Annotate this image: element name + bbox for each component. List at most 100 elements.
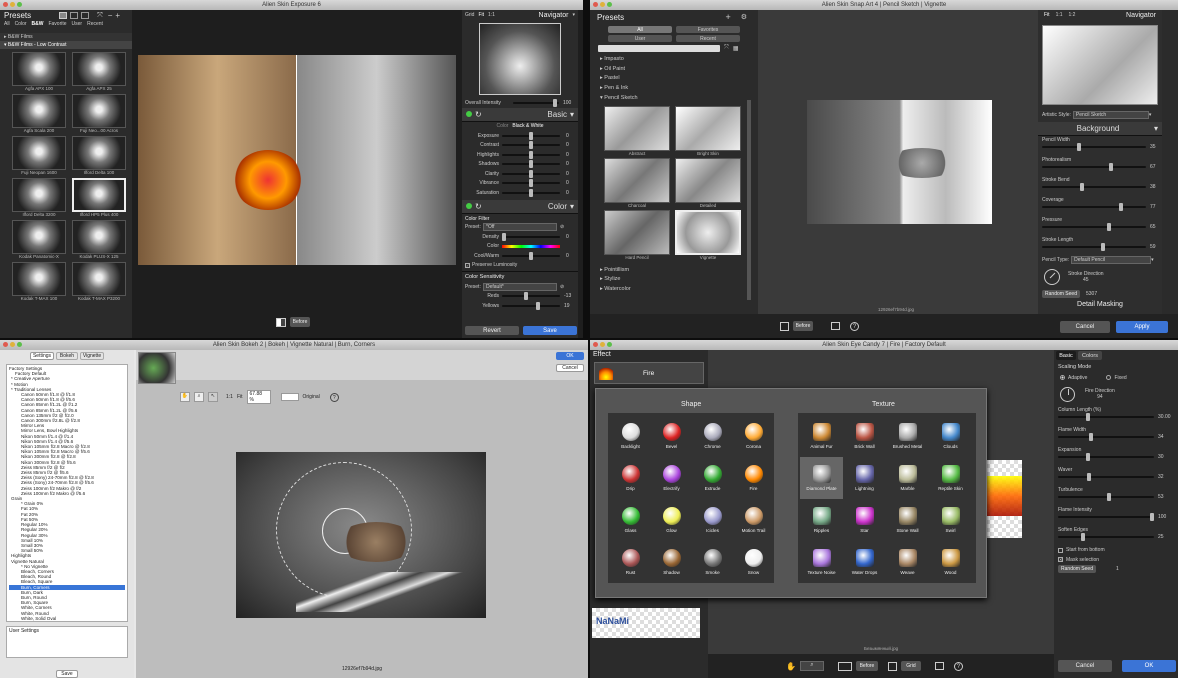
background-section-header[interactable]: Background ▾ [1038, 121, 1162, 136]
compare-icon[interactable] [934, 662, 944, 670]
slider-control[interactable] [502, 188, 560, 197]
help-icon[interactable]: ? [850, 321, 859, 331]
zoom-fit[interactable]: Fit [237, 394, 243, 400]
slider-control[interactable] [1042, 182, 1146, 191]
preset-thumb[interactable]: Fuji Neopan 1600 [12, 136, 66, 175]
slider-control[interactable] [1058, 412, 1154, 421]
effect-selector[interactable]: Fire [594, 362, 704, 384]
reset-icon[interactable]: ↻ [475, 202, 482, 211]
category-stylize[interactable]: ▸ Stylize [600, 275, 744, 285]
fire-direction-dial[interactable] [1060, 386, 1075, 402]
zoom-level-select[interactable]: 67.88 % [246, 390, 271, 404]
grid-view-icon[interactable] [59, 12, 68, 19]
adaptive-radio[interactable] [1060, 375, 1065, 381]
preset-thumb[interactable]: Fuji Neo...00 Acros [72, 94, 126, 133]
effect-tile[interactable]: Weave [886, 541, 929, 583]
effect-tile[interactable]: Swirl [929, 499, 972, 541]
ok-button[interactable]: OK [1122, 660, 1176, 672]
image-canvas[interactable] [236, 452, 486, 618]
filter-chip-favorites[interactable]: Favorites [676, 26, 740, 33]
slider-control[interactable] [502, 131, 560, 140]
filter-tab-recent[interactable]: Recent [87, 21, 103, 29]
artistic-style-select[interactable]: Pencil Sketch [1072, 110, 1149, 119]
slider-control[interactable] [1042, 142, 1146, 151]
tab-settings[interactable]: Settings [30, 352, 54, 360]
slider-control[interactable] [1058, 532, 1154, 541]
basic-section-header[interactable]: ↻ Basic ▾ [462, 107, 578, 122]
slider-control[interactable] [1058, 472, 1154, 481]
effect-tile[interactable]: Stone Wall [886, 499, 929, 541]
color-filter-preset-select[interactable]: *Off [483, 223, 557, 232]
random-seed-button[interactable]: Random Seed [1058, 565, 1096, 574]
tab-vignette[interactable]: Vignette [80, 352, 104, 360]
gear-icon[interactable]: ⚙ [741, 13, 747, 21]
split-view-select[interactable] [280, 393, 299, 401]
reset-icon[interactable]: ↻ [475, 110, 482, 119]
effect-tile[interactable]: Glass [610, 499, 651, 541]
chevron-down-icon[interactable]: ▾ [570, 110, 574, 119]
view-grid[interactable]: Grid [465, 12, 474, 18]
effect-tile[interactable]: Star [843, 499, 886, 541]
yellows-slider[interactable] [502, 301, 560, 310]
preset-thumb[interactable]: Kodak PLUS-X 125 [72, 220, 126, 259]
before-button[interactable]: Before [290, 317, 310, 327]
effect-tile[interactable]: Chrome [692, 415, 733, 457]
tab-colors[interactable]: Colors [1078, 351, 1102, 360]
detail-view-icon[interactable] [81, 12, 90, 19]
search-input[interactable] [598, 45, 720, 52]
image-canvas[interactable] [138, 55, 456, 265]
effect-tile[interactable]: Marble [886, 457, 929, 499]
slider-control[interactable] [1042, 202, 1146, 211]
effect-tile[interactable]: Brick Wall [843, 415, 886, 457]
filter-tab-bw[interactable]: B&W [32, 21, 44, 29]
revert-button[interactable]: Revert [465, 326, 519, 335]
category-pen-ink[interactable]: ▸ Pen & Ink [600, 84, 744, 94]
help-icon[interactable]: ? [953, 661, 963, 671]
slider-control[interactable] [1042, 242, 1146, 251]
overall-intensity-slider[interactable] [513, 98, 559, 107]
hue-gradient-slider[interactable] [502, 244, 560, 248]
split-view-icon[interactable] [276, 317, 286, 327]
preserve-luminosity-checkbox[interactable]: ✓ [465, 262, 470, 268]
apply-button[interactable]: Apply [1116, 321, 1168, 333]
preset-thumb[interactable]: Kodak Panatomic-X [12, 220, 66, 259]
chevron-down-icon[interactable]: ▾ [1154, 124, 1158, 133]
tree-item[interactable]: White, Solid Square [9, 621, 125, 622]
filter-chip-user[interactable]: User [608, 35, 672, 42]
save-button[interactable]: Save [523, 326, 577, 335]
ok-button[interactable]: OK [556, 352, 584, 360]
view-fit[interactable]: Fit [478, 12, 484, 18]
view-1-2[interactable]: 1:2 [1069, 12, 1076, 18]
effect-tile[interactable]: Icicles [692, 499, 733, 541]
fire-preview[interactable] [986, 460, 1022, 538]
category-pencil-sketch[interactable]: ▾ Pencil Sketch [600, 94, 744, 104]
slider-control[interactable] [1042, 222, 1146, 231]
effect-tile[interactable]: Bevel [651, 415, 692, 457]
add-preset-icon[interactable]: + [725, 12, 730, 22]
preset-thumb[interactable]: Ilford Delta 3200 [12, 178, 66, 217]
effect-tile[interactable]: Ripples [800, 499, 843, 541]
preset-thumb[interactable]: Charcoal [604, 157, 670, 208]
preset-thumb[interactable]: Agfa Scala 200 [12, 94, 66, 133]
view-1-1[interactable]: 1:1 [1056, 12, 1063, 18]
preset-thumb[interactable]: Detailed [675, 157, 741, 208]
chevron-down-icon[interactable]: ▾ [1149, 112, 1152, 118]
chevron-down-icon[interactable]: ▾ [572, 12, 575, 18]
zoom-tool-icon[interactable]: ⌕ [799, 661, 824, 671]
window-controls[interactable] [593, 342, 612, 347]
group-bw-films[interactable]: ▸ B&W Films [0, 33, 132, 41]
filter-tab-favorite[interactable]: Favorite [48, 21, 66, 29]
effect-tile[interactable]: Extrude [692, 457, 733, 499]
effect-tile[interactable]: Electrify [651, 457, 692, 499]
save-settings-button[interactable]: Save [56, 670, 78, 678]
zoom-tool-icon[interactable]: ⌕ [194, 392, 204, 402]
effect-tile[interactable]: Drip [610, 457, 651, 499]
grid-button[interactable]: Grid [900, 661, 921, 671]
category-watercolor[interactable]: ▸ Watercolor [600, 285, 744, 295]
slider-control[interactable] [1042, 162, 1146, 171]
toggle-icon[interactable] [466, 111, 472, 117]
view-fit[interactable]: Fit [1044, 12, 1050, 18]
preset-thumb-selected[interactable]: Ilford HP5 Plus 400 [72, 178, 126, 217]
chevron-down-icon[interactable]: ▾ [570, 202, 574, 211]
split-view-icon[interactable] [837, 661, 852, 671]
